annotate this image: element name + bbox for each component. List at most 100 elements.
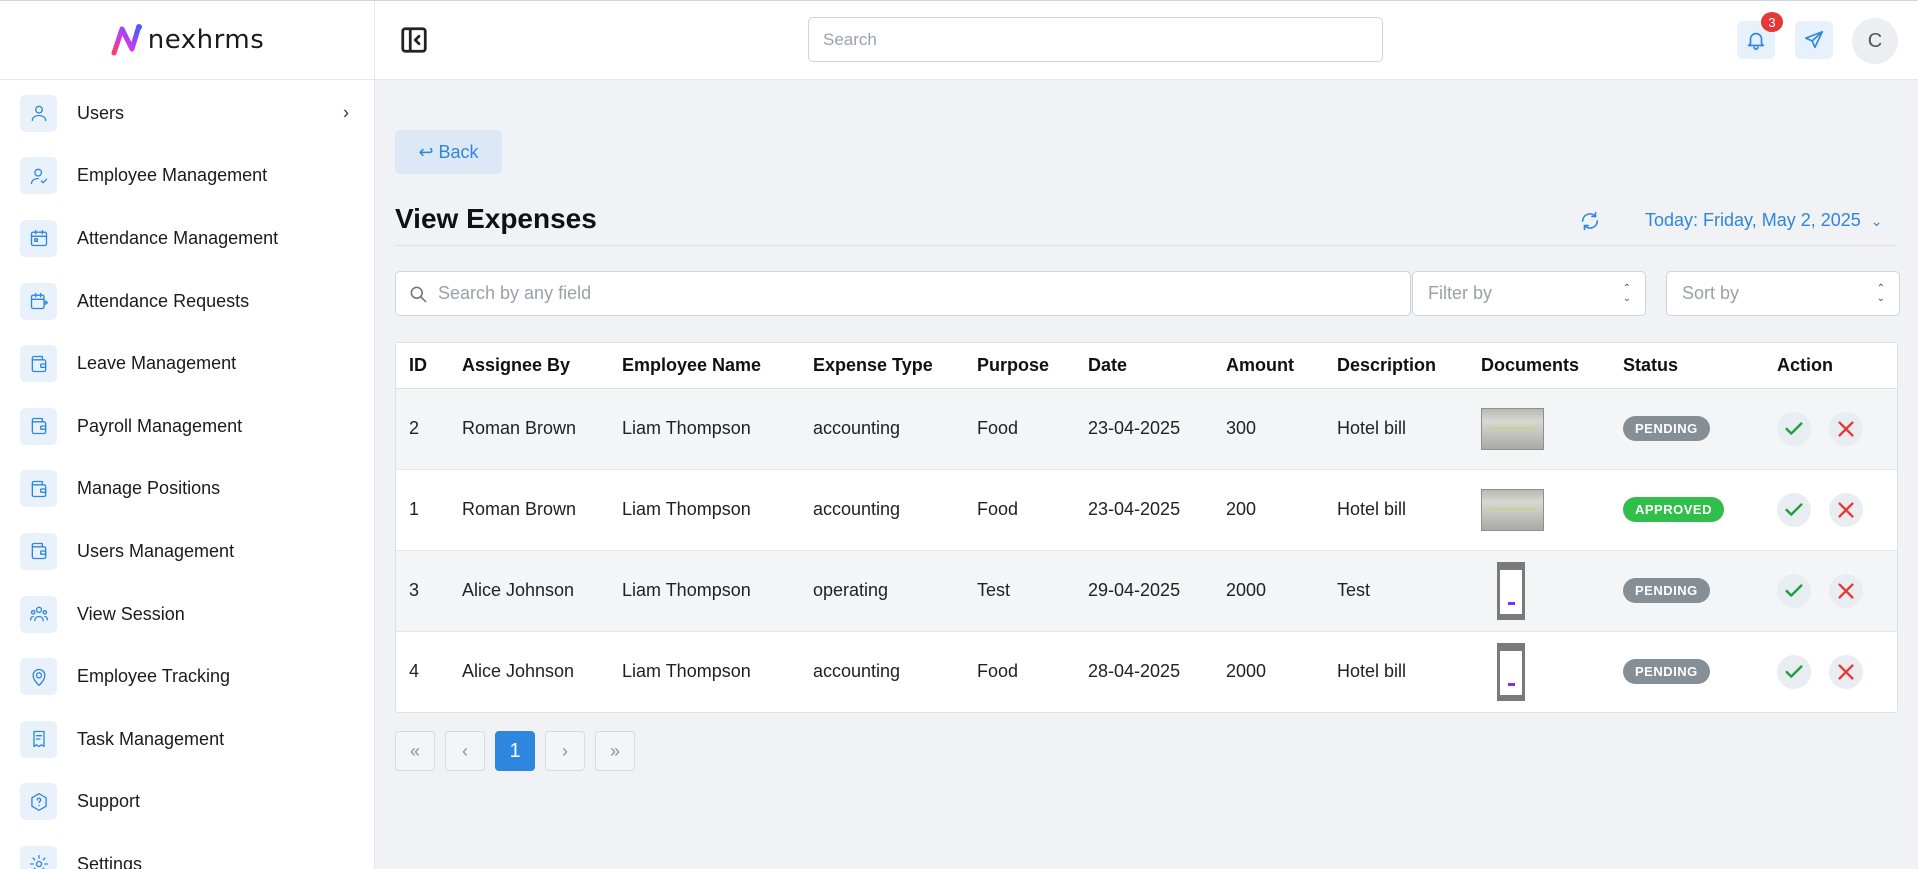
document-thumbnail[interactable] [1497,561,1525,620]
cell-assignee: Alice Johnson [449,631,609,712]
column-header[interactable]: Expense Type [800,343,964,389]
column-header[interactable]: Purpose [964,343,1075,389]
cell-assignee: Alice Johnson [449,550,609,632]
table-row: 2 Roman Brown Liam Thompson accounting F… [396,388,1897,470]
cell-date: 29-04-2025 [1075,550,1213,632]
reject-button[interactable] [1829,573,1863,608]
column-header[interactable]: Employee Name [609,343,800,389]
sort-placeholder: Sort by [1682,283,1740,303]
column-header[interactable]: Documents [1468,343,1610,389]
close-icon [1838,582,1854,599]
reject-button[interactable] [1829,411,1863,446]
table-search-field [395,271,1411,316]
sidebar-item-task-management[interactable]: Task Management [0,708,374,771]
cell-documents [1468,388,1610,470]
approve-button[interactable] [1777,492,1811,527]
column-header[interactable]: Assignee By [449,343,609,389]
sidebar-item-leave-management[interactable]: Leave Management [0,332,374,395]
close-icon [1838,664,1854,680]
sidebar-item-label: Attendance Requests [77,290,250,311]
sidebar-item-support[interactable]: Support [0,771,374,834]
column-header[interactable]: Description [1324,343,1468,389]
next-page-button[interactable]: › [545,731,585,771]
pagination: « ‹ 1 › » [395,731,635,771]
sidebar-item-label: Attendance Management [77,227,279,248]
last-page-button[interactable]: » [595,731,635,771]
sidebar-item-users[interactable]: Users › [0,82,374,145]
location-pin-icon [20,658,57,696]
cell-documents [1468,469,1610,551]
document-thumbnail[interactable] [1481,407,1544,450]
sidebar-item-manage-positions[interactable]: Manage Positions [0,458,374,521]
approve-button[interactable] [1777,573,1811,608]
table-row: 4 Alice Johnson Liam Thompson accounting… [396,631,1897,712]
sidebar-item-users-management[interactable]: Users Management [0,520,374,583]
chevron-right-icon: › [343,102,349,123]
cell-date: 28-04-2025 [1075,631,1213,712]
chevron-down-icon: ⌄ [1870,213,1883,229]
wallet-icon [20,470,57,508]
sidebar-item-employee-management[interactable]: Employee Management [0,145,374,208]
logo-text: nexhrms [147,25,265,55]
sort-select[interactable]: Sort by ⌃ ⌄ [1666,271,1900,316]
cell-id: 2 [396,388,449,470]
users-group-icon [20,595,57,633]
filter-placeholder: Filter by [1428,283,1493,303]
logo[interactable]: nexhrms [0,1,374,80]
sidebar-item-employee-tracking[interactable]: Employee Tracking [0,645,374,708]
send-button[interactable] [1795,21,1833,59]
status-badge: PENDING [1623,659,1710,685]
collapse-sidebar-icon [401,27,427,53]
clipboard-icon [20,720,57,758]
document-thumbnail[interactable] [1481,488,1544,531]
document-thumbnail[interactable] [1497,642,1525,701]
cell-id: 3 [396,550,449,632]
back-button[interactable]: ↩ Back [395,130,502,174]
cell-documents [1468,550,1610,632]
cell-expense-type: accounting [800,388,964,470]
sidebar-item-payroll-management[interactable]: Payroll Management [0,395,374,458]
cell-amount: 300 [1213,388,1324,470]
sidebar-item-label: Support [77,791,141,812]
column-header[interactable]: Date [1075,343,1213,389]
column-header[interactable]: Action [1764,343,1897,389]
approve-button[interactable] [1777,654,1811,689]
date-picker[interactable]: Today: Friday, May 2, 2025 ⌄ [1645,210,1883,231]
cell-employee: Liam Thompson [609,388,800,470]
cell-purpose: Test [964,550,1075,632]
approve-button[interactable] [1777,411,1811,446]
sidebar-item-attendance-requests[interactable]: Attendance Requests [0,270,374,333]
global-search-input[interactable] [808,17,1383,62]
sidebar-item-view-session[interactable]: View Session [0,583,374,646]
table-row: 3 Alice Johnson Liam Thompson operating … [396,550,1897,632]
column-header[interactable]: Status [1610,343,1764,389]
column-header[interactable]: ID [396,343,449,389]
notification-count-badge: 3 [1761,12,1783,32]
sidebar-toggle-button[interactable] [399,25,429,55]
search-icon [408,284,428,304]
prev-page-button[interactable]: ‹ [445,731,485,771]
filter-select[interactable]: Filter by ⌃ ⌄ [1412,271,1646,316]
sidebar-nav: Users › Employee Management Attendance M… [0,80,374,869]
logo-icon [111,24,142,56]
send-icon [1804,30,1824,49]
cell-amount: 2000 [1213,631,1324,712]
column-header[interactable]: Amount [1213,343,1324,389]
cell-id: 1 [396,469,449,551]
cell-id: 4 [396,631,449,712]
wallet-icon [20,532,57,570]
reject-button[interactable] [1829,654,1863,689]
table-search-input[interactable] [438,272,1398,315]
refresh-button[interactable] [1579,210,1601,232]
avatar[interactable]: C [1852,18,1898,64]
sidebar: nexhrms Users › Employee Management Atte… [0,1,375,869]
sidebar-item-attendance-management[interactable]: Attendance Management [0,207,374,270]
first-page-button[interactable]: « [395,731,435,771]
page-button-current[interactable]: 1 [495,731,535,771]
sidebar-item-settings[interactable]: Settings [0,833,374,869]
cell-expense-type: accounting [800,469,964,551]
cell-action [1764,469,1897,551]
notifications-button[interactable]: 3 [1737,12,1783,59]
reject-button[interactable] [1829,492,1863,527]
user-check-icon [20,157,57,195]
